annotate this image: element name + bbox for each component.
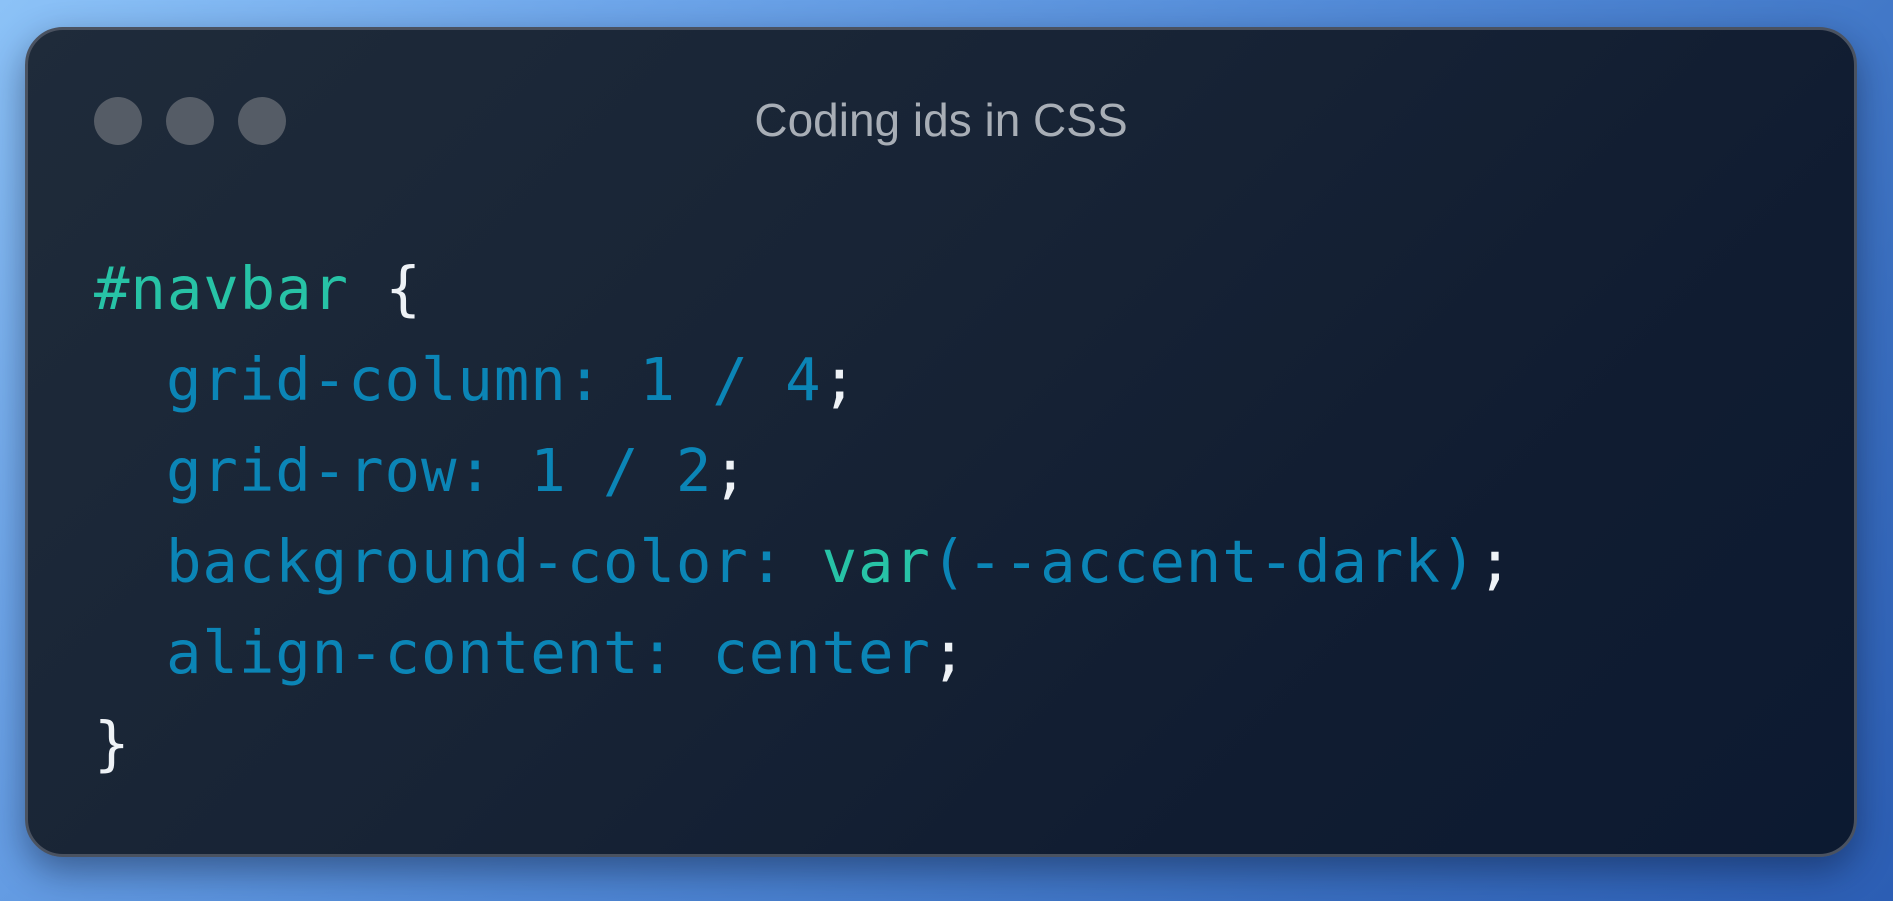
css-property: align-content	[166, 618, 640, 687]
css-value: 1 / 4	[639, 345, 822, 414]
css-property: grid-column	[166, 345, 567, 414]
colon: :	[566, 345, 604, 414]
css-property: grid-row	[166, 436, 458, 505]
css-value: 1 / 2	[530, 436, 713, 505]
colon: :	[639, 618, 676, 687]
semicolon: ;	[930, 618, 968, 687]
code-line-5: align-content: center;	[94, 607, 1514, 698]
code-block: #navbar {grid-column: 1 / 4; grid-row: 1 …	[94, 243, 1514, 789]
css-value: center	[712, 618, 931, 687]
semicolon: ;	[821, 345, 859, 414]
colon: :	[748, 527, 786, 596]
open-paren: (	[930, 527, 968, 596]
code-line-2: grid-column: 1 / 4;	[94, 334, 1514, 425]
css-variable-argument: --accent-dark	[967, 527, 1441, 596]
code-line-4: background-color: var(--accent-dark);	[94, 516, 1514, 607]
semicolon: ;	[712, 436, 749, 505]
code-line-1: #navbar {	[94, 243, 1514, 334]
code-line-6: }	[94, 698, 1514, 789]
code-window: Coding ids in CSS #navbar {grid-column: …	[25, 27, 1857, 857]
close-brace: }	[94, 709, 131, 778]
css-selector: #navbar	[94, 254, 349, 323]
code-line-3: grid-row: 1 / 2;	[94, 425, 1514, 516]
css-function: var	[821, 527, 931, 596]
close-paren: )	[1440, 527, 1478, 596]
css-property: background-color	[166, 527, 749, 596]
window-title: Coding ids in CSS	[754, 94, 1128, 146]
semicolon: ;	[1477, 527, 1514, 596]
open-brace: {	[385, 254, 422, 323]
colon: :	[457, 436, 494, 505]
